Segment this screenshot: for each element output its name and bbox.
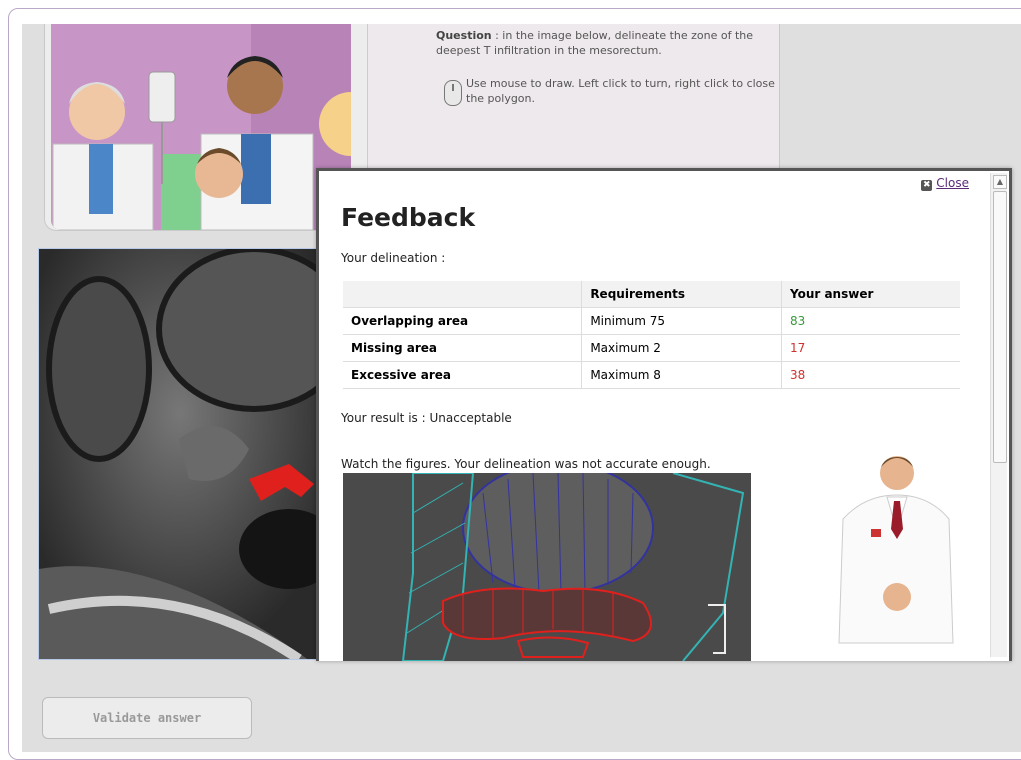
row-label: Excessive area <box>343 361 582 389</box>
table-row: Excessive area Maximum 8 38 <box>343 361 960 389</box>
question-box: Question : in the image below, delineate… <box>367 24 779 179</box>
scroll-thumb[interactable] <box>993 191 1007 463</box>
doctors-illustration <box>51 24 351 230</box>
doctor-photo <box>825 447 955 647</box>
table-row: Overlapping area Minimum 75 83 <box>343 307 960 335</box>
row-answer: 83 <box>780 307 960 335</box>
row-label: Overlapping area <box>343 307 582 335</box>
row-requirement: Minimum 75 <box>581 307 782 335</box>
row-requirement: Maximum 8 <box>581 361 782 389</box>
mri-drawing-canvas[interactable] <box>38 248 322 660</box>
close-icon: ✖ <box>921 180 933 191</box>
reference-mri-image <box>343 473 751 661</box>
table-header: Requirements <box>581 281 782 308</box>
close-button[interactable]: ✖ Close <box>921 176 969 191</box>
table-row: Missing area Maximum 2 17 <box>343 334 960 362</box>
table-header: Your answer <box>780 281 960 308</box>
close-label: Close <box>936 176 969 190</box>
row-answer: 17 <box>780 334 960 362</box>
watch-text: Watch the figures. Your delineation was … <box>341 457 711 471</box>
dialog-title: Feedback <box>341 203 476 232</box>
scroll-up-icon[interactable]: ▲ <box>993 175 1007 189</box>
table-header-row: Requirements Your answer <box>343 281 960 308</box>
results-table: Requirements Your answer Overlapping are… <box>343 281 960 389</box>
instruction-text: Use mouse to draw. Left click to turn, r… <box>466 77 775 105</box>
table-header <box>343 281 582 308</box>
row-requirement: Maximum 2 <box>581 334 782 362</box>
result-text: Your result is : Unacceptable <box>341 411 512 425</box>
feedback-dialog: ▲ ✖ Close Feedback Your delineation : Req… <box>316 168 1012 661</box>
validate-answer-button[interactable]: Validate answer <box>42 697 252 739</box>
row-label: Missing area <box>343 334 582 362</box>
row-answer: 38 <box>780 361 960 389</box>
mouse-icon <box>444 80 462 106</box>
delineation-label: Your delineation : <box>341 251 446 265</box>
question-label: Question <box>436 29 492 42</box>
dialog-scrollbar[interactable]: ▲ <box>990 173 1007 657</box>
question-text: Question : in the image below, delineate… <box>436 28 779 58</box>
